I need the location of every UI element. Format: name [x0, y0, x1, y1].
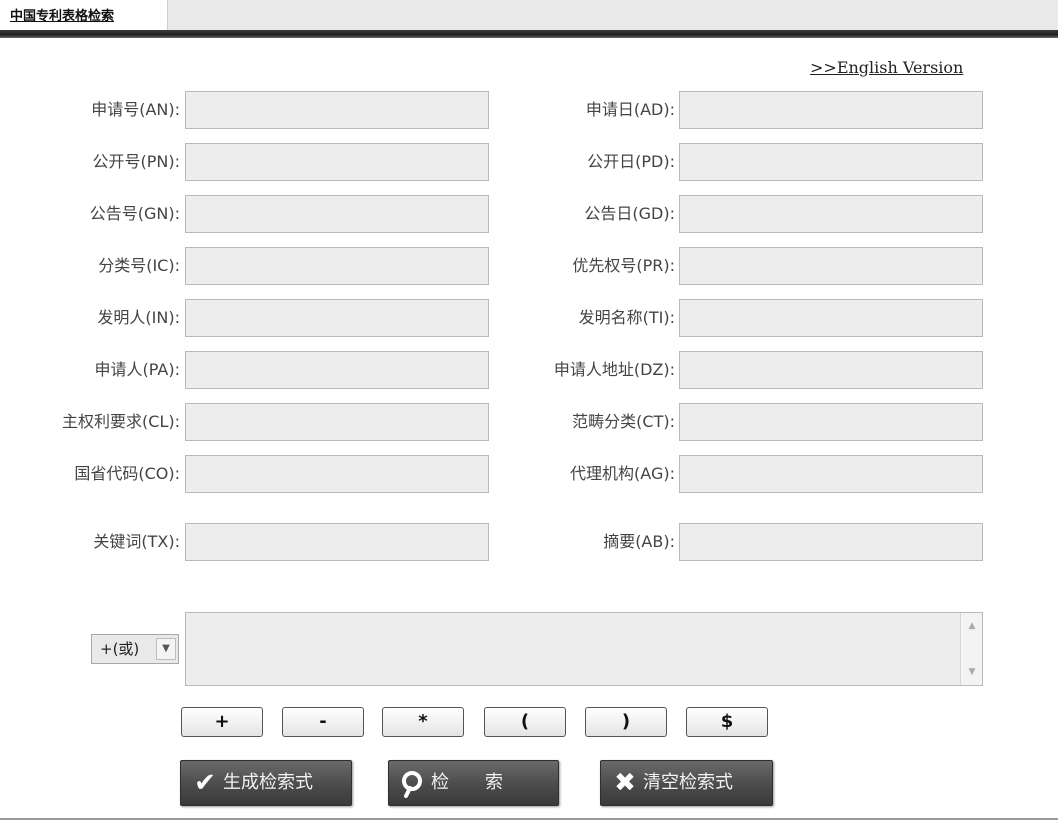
inventor-input[interactable] [185, 299, 489, 337]
application-date-input[interactable] [679, 91, 983, 129]
operator-plus-button[interactable]: + [181, 707, 263, 737]
header-divider [0, 30, 1058, 38]
label-main-claim: 主权利要求(CL): [62, 412, 180, 431]
label-category-classification: 范畴分类(CT): [572, 412, 675, 431]
label-abstract: 摘要(AB): [603, 532, 675, 551]
scroll-up-icon[interactable]: ▲ [965, 619, 979, 633]
application-number-input[interactable] [185, 91, 489, 129]
scroll-down-icon[interactable]: ▼ [965, 665, 979, 679]
tab-cn-patent-table-search[interactable]: 中国专利表格检索 [0, 0, 168, 30]
applicant-address-input[interactable] [679, 351, 983, 389]
label-application-number: 申请号(AN): [91, 100, 180, 119]
clear-expression-button[interactable]: ✖ 清空检索式 [600, 760, 773, 806]
label-publication-number: 公开号(PN): [92, 152, 181, 171]
label-inventor: 发明人(IN): [97, 308, 180, 327]
keyword-input[interactable] [185, 523, 489, 561]
operator-close-paren-button[interactable]: ) [585, 707, 667, 737]
label-announcement-number: 公告号(GN): [89, 204, 180, 223]
operator-open-paren-button[interactable]: ( [484, 707, 566, 737]
country-province-code-input[interactable] [185, 455, 489, 493]
label-country-province-code: 国省代码(CO): [74, 464, 180, 483]
label-classification-number: 分类号(IC): [98, 256, 180, 275]
label-applicant: 申请人(PA): [94, 360, 180, 379]
agency-input[interactable] [679, 455, 983, 493]
main-claim-input[interactable] [185, 403, 489, 441]
publication-date-input[interactable] [679, 143, 983, 181]
expression-scrollbar[interactable]: ▲ ▼ [960, 613, 982, 685]
category-classification-input[interactable] [679, 403, 983, 441]
label-applicant-address: 申请人地址(DZ): [553, 360, 675, 379]
english-version-link[interactable]: >>English Version [810, 58, 963, 77]
label-publication-date: 公开日(PD): [587, 152, 675, 171]
publication-number-input[interactable] [185, 143, 489, 181]
announcement-number-input[interactable] [185, 195, 489, 233]
applicant-input[interactable] [185, 351, 489, 389]
label-keyword: 关键词(TX): [93, 532, 180, 551]
operator-asterisk-button[interactable]: * [382, 707, 464, 737]
magnifier-icon [395, 761, 431, 805]
clear-expression-label: 清空检索式 [643, 772, 733, 793]
search-button[interactable]: 检 索 [388, 760, 559, 806]
abstract-input[interactable] [679, 523, 983, 561]
tab-title: 中国专利表格检索 [10, 9, 115, 24]
classification-number-input[interactable] [185, 247, 489, 285]
operator-dollar-button[interactable]: $ [686, 707, 768, 737]
operator-select[interactable]: +(或) ▼ [91, 634, 179, 664]
chevron-down-icon[interactable]: ▼ [156, 638, 176, 660]
priority-number-input[interactable] [679, 247, 983, 285]
generate-expression-button[interactable]: ✔ 生成检索式 [180, 760, 352, 806]
invention-title-input[interactable] [679, 299, 983, 337]
operator-select-value: +(或) [100, 640, 140, 658]
search-label: 检 索 [431, 772, 503, 793]
generate-expression-label: 生成检索式 [223, 772, 313, 793]
tab-bar: 中国专利表格检索 [0, 0, 1058, 30]
x-icon: ✖ [614, 768, 636, 798]
operator-minus-button[interactable]: - [282, 707, 364, 737]
label-agency: 代理机构(AG): [570, 464, 675, 483]
label-announcement-date: 公告日(GD): [584, 204, 675, 223]
label-application-date: 申请日(AD): [585, 100, 675, 119]
footer-divider [0, 818, 1058, 820]
checkmark-icon: ✔ [194, 768, 216, 798]
search-expression-textarea[interactable]: ▲ ▼ [185, 612, 983, 686]
label-invention-title: 发明名称(TI): [578, 308, 675, 327]
announcement-date-input[interactable] [679, 195, 983, 233]
label-priority-number: 优先权号(PR): [572, 256, 675, 275]
